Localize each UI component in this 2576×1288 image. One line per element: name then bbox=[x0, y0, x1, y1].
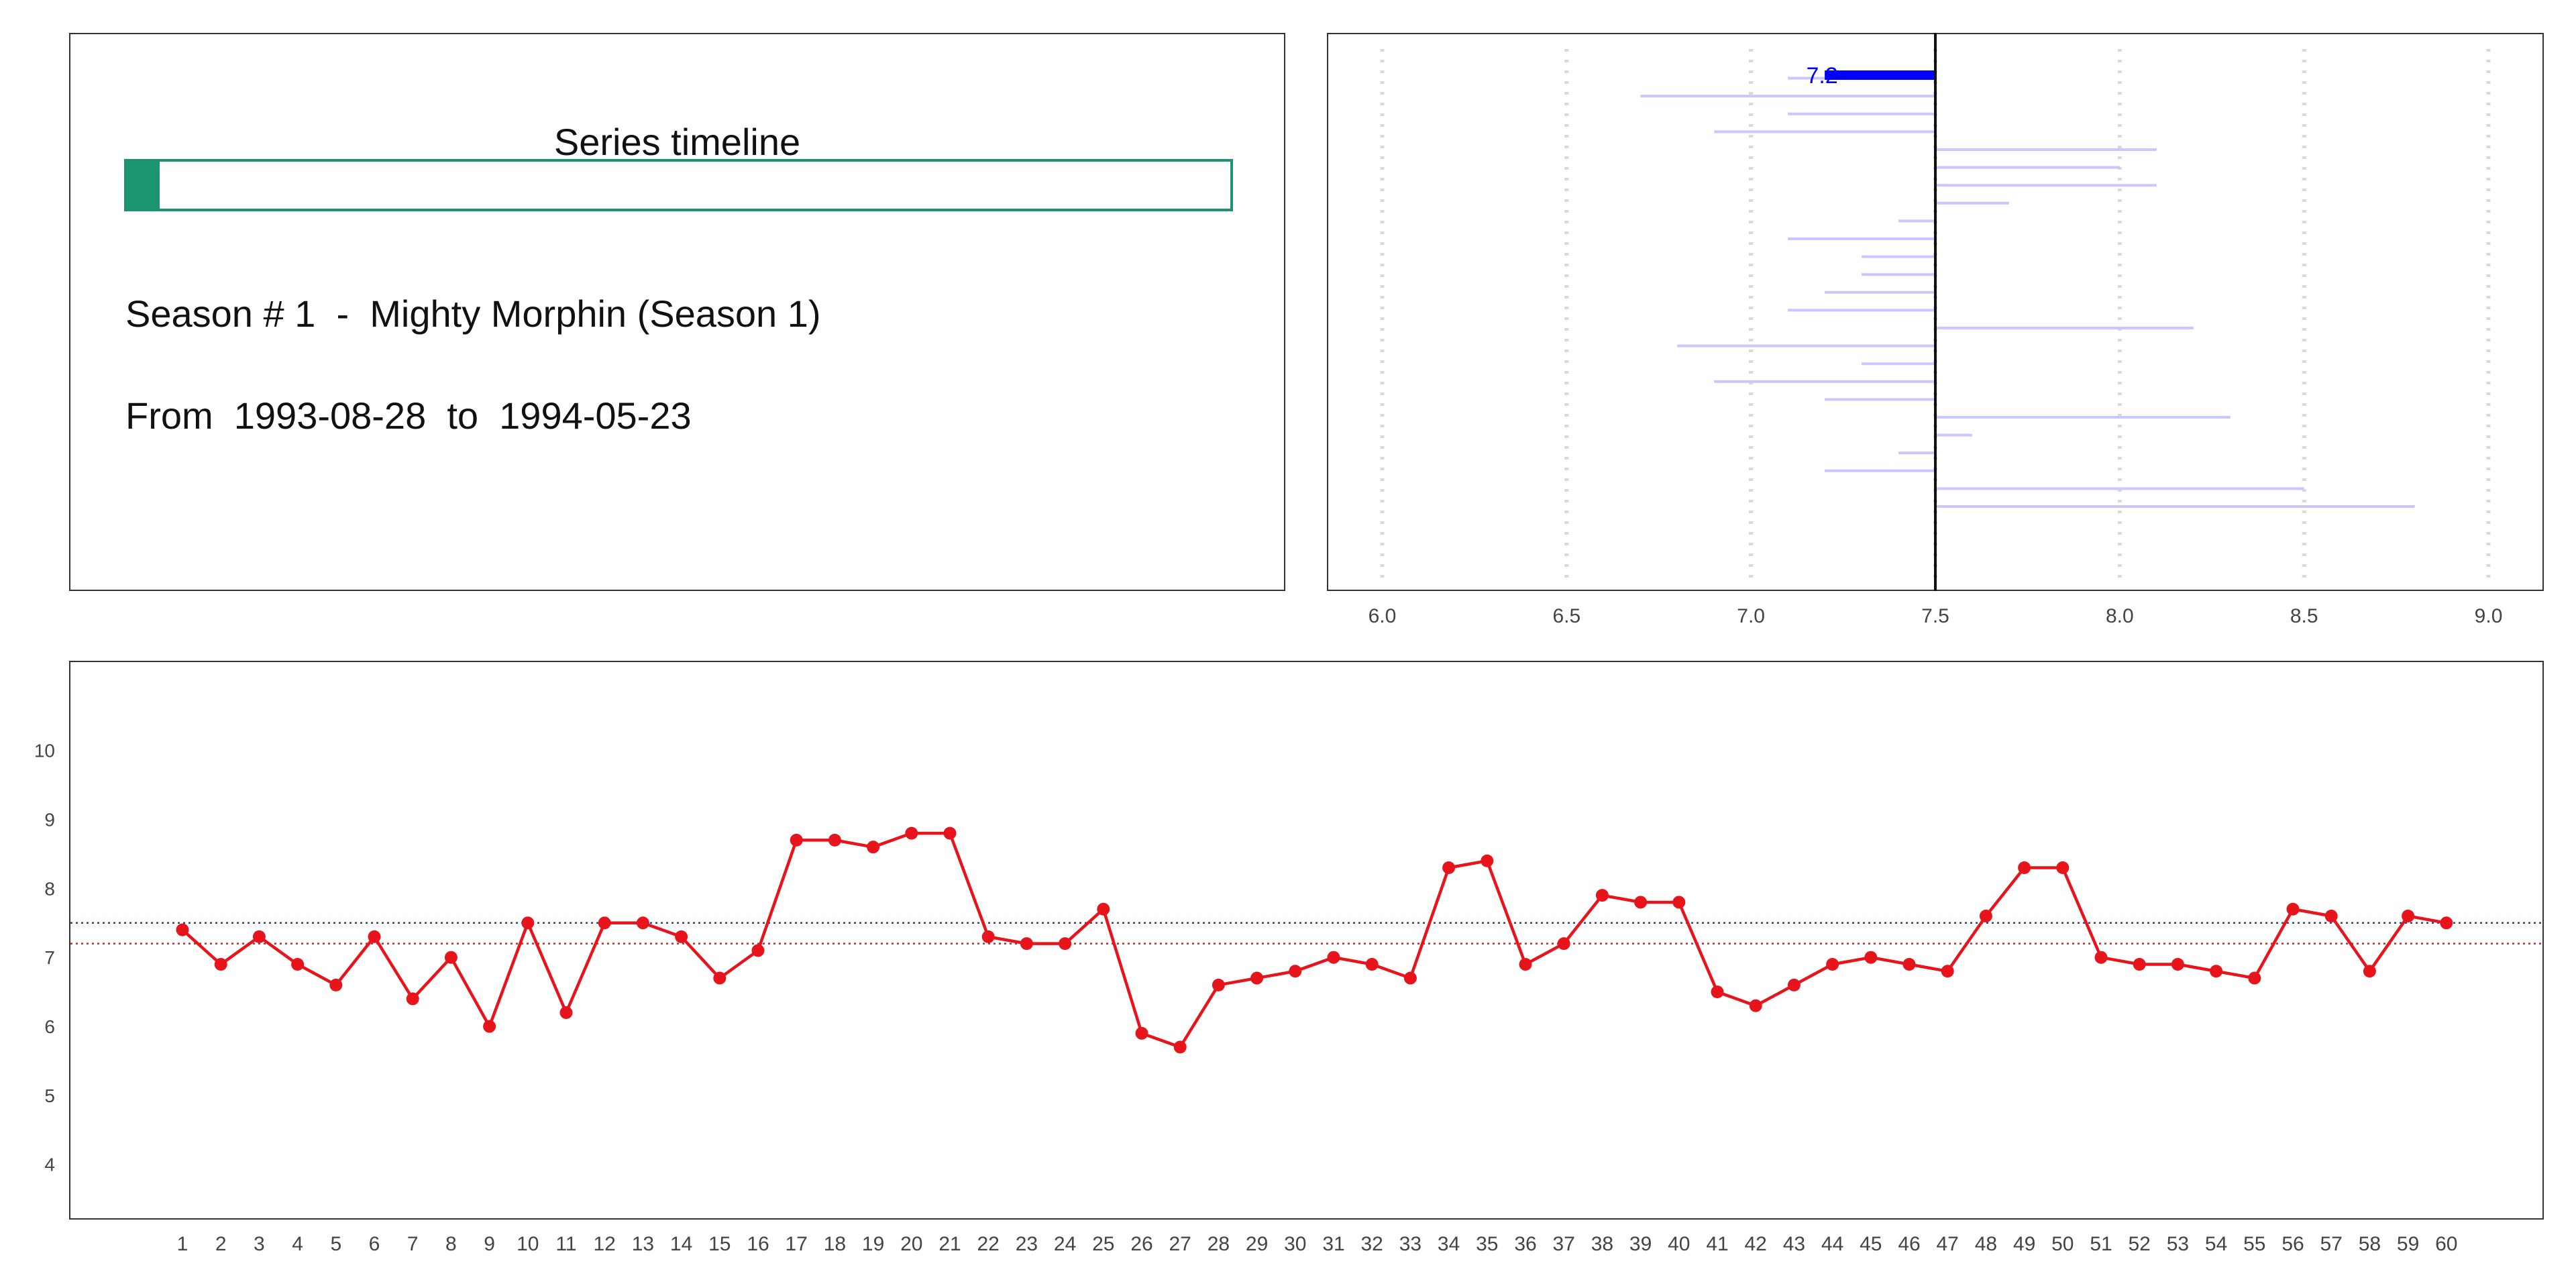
x-tick-label: 59 bbox=[2397, 1233, 2419, 1255]
x-tick-label: 52 bbox=[2129, 1233, 2151, 1255]
x-tick-label: 56 bbox=[2282, 1233, 2304, 1255]
season-separator: - bbox=[315, 292, 370, 335]
x-tick-label: 30 bbox=[1284, 1233, 1306, 1255]
x-tick-label: 6 bbox=[369, 1233, 380, 1255]
x-tick-label: 3 bbox=[254, 1233, 265, 1255]
x-tick-label: 58 bbox=[2359, 1233, 2381, 1255]
x-tick-label: 31 bbox=[1322, 1233, 1344, 1255]
x-tick-label: 6.5 bbox=[1552, 605, 1580, 627]
x-tick-label: 49 bbox=[2013, 1233, 2035, 1255]
x-tick-label: 9 bbox=[484, 1233, 495, 1255]
x-tick-label: 32 bbox=[1361, 1233, 1383, 1255]
x-tick-label: 23 bbox=[1016, 1233, 1038, 1255]
x-tick-label: 53 bbox=[2167, 1233, 2189, 1255]
x-tick-label: 41 bbox=[1706, 1233, 1728, 1255]
x-tick-label: 25 bbox=[1092, 1233, 1114, 1255]
x-tick-label: 17 bbox=[786, 1233, 808, 1255]
y-tick-label: 6 bbox=[44, 1016, 55, 1037]
series-info-panel: Series timeline Season # 1 - Mighty Morp… bbox=[69, 33, 1285, 591]
y-tick-label: 5 bbox=[44, 1085, 55, 1106]
x-tick-label: 60 bbox=[2435, 1233, 2457, 1255]
x-tick-label: 42 bbox=[1745, 1233, 1767, 1255]
x-tick-label: 36 bbox=[1514, 1233, 1536, 1255]
season-name: Mighty Morphin (Season 1) bbox=[370, 292, 821, 335]
x-tick-label: 6.0 bbox=[1368, 605, 1397, 627]
from-label: From bbox=[125, 394, 234, 437]
x-tick-label: 10 bbox=[517, 1233, 539, 1255]
start-date: 1993-08-28 bbox=[233, 394, 427, 437]
x-tick-label: 39 bbox=[1629, 1233, 1652, 1255]
season-prefix: Season # bbox=[125, 292, 295, 335]
x-tick-label: 8.5 bbox=[2290, 605, 2318, 627]
x-tick-label: 38 bbox=[1591, 1233, 1613, 1255]
x-tick-label: 22 bbox=[977, 1233, 1000, 1255]
y-tick-label: 9 bbox=[44, 810, 55, 830]
x-tick-label: 20 bbox=[900, 1233, 922, 1255]
x-tick-label: 45 bbox=[1860, 1233, 1882, 1255]
x-tick-label: 24 bbox=[1054, 1233, 1076, 1255]
season-line: Season # 1 - Mighty Morphin (Season 1) bbox=[125, 292, 821, 335]
episode-chart-panel bbox=[69, 661, 2544, 1220]
x-tick-label: 7 bbox=[407, 1233, 419, 1255]
x-tick-label: 16 bbox=[747, 1233, 769, 1255]
x-tick-label: 11 bbox=[555, 1233, 576, 1255]
x-tick-label: 43 bbox=[1783, 1233, 1805, 1255]
x-tick-label: 7.0 bbox=[1737, 605, 1765, 627]
date-range-line: From 1993-08-28 to 1994-05-23 bbox=[125, 394, 692, 437]
y-tick-label: 7 bbox=[44, 947, 55, 968]
x-tick-label: 14 bbox=[670, 1233, 692, 1255]
deviation-chart-panel bbox=[1327, 33, 2544, 591]
end-date: 1994-05-23 bbox=[499, 394, 692, 437]
x-tick-label: 37 bbox=[1553, 1233, 1575, 1255]
x-tick-label: 5 bbox=[330, 1233, 341, 1255]
x-tick-label: 40 bbox=[1668, 1233, 1690, 1255]
timeline-progress-bar bbox=[124, 159, 1233, 211]
x-tick-label: 34 bbox=[1438, 1233, 1460, 1255]
x-tick-label: 44 bbox=[1821, 1233, 1843, 1255]
x-tick-label: 48 bbox=[1975, 1233, 1997, 1255]
x-tick-label: 33 bbox=[1399, 1233, 1421, 1255]
x-tick-label: 54 bbox=[2205, 1233, 2227, 1255]
x-tick-label: 27 bbox=[1169, 1233, 1191, 1255]
y-tick-label: 8 bbox=[44, 878, 55, 899]
x-tick-label: 21 bbox=[938, 1233, 961, 1255]
x-tick-label: 50 bbox=[2051, 1233, 2074, 1255]
x-tick-label: 29 bbox=[1246, 1233, 1268, 1255]
y-tick-label: 4 bbox=[44, 1155, 55, 1175]
x-tick-label: 51 bbox=[2090, 1233, 2112, 1255]
x-tick-label: 8.0 bbox=[2106, 605, 2134, 627]
x-tick-label: 28 bbox=[1208, 1233, 1230, 1255]
to-label: to bbox=[426, 394, 500, 437]
x-tick-label: 18 bbox=[824, 1233, 846, 1255]
x-tick-label: 46 bbox=[1898, 1233, 1920, 1255]
x-tick-label: 9.0 bbox=[2475, 605, 2503, 627]
x-tick-label: 8 bbox=[445, 1233, 457, 1255]
timeline-title: Series timeline bbox=[553, 121, 801, 163]
x-tick-label: 7.5 bbox=[1921, 605, 1949, 627]
x-tick-label: 57 bbox=[2320, 1233, 2343, 1255]
timeline-progress-fill bbox=[127, 162, 160, 209]
x-tick-label: 12 bbox=[594, 1233, 616, 1255]
x-tick-label: 19 bbox=[862, 1233, 884, 1255]
x-tick-label: 2 bbox=[215, 1233, 227, 1255]
x-tick-label: 13 bbox=[632, 1233, 654, 1255]
x-tick-label: 1 bbox=[177, 1233, 189, 1255]
x-tick-label: 35 bbox=[1476, 1233, 1498, 1255]
y-tick-label: 10 bbox=[34, 741, 55, 761]
x-tick-label: 55 bbox=[2243, 1233, 2265, 1255]
x-tick-label: 47 bbox=[1937, 1233, 1959, 1255]
x-tick-label: 4 bbox=[292, 1233, 303, 1255]
season-number: 1 bbox=[294, 292, 316, 335]
x-tick-label: 15 bbox=[708, 1233, 731, 1255]
x-tick-label: 26 bbox=[1130, 1233, 1152, 1255]
